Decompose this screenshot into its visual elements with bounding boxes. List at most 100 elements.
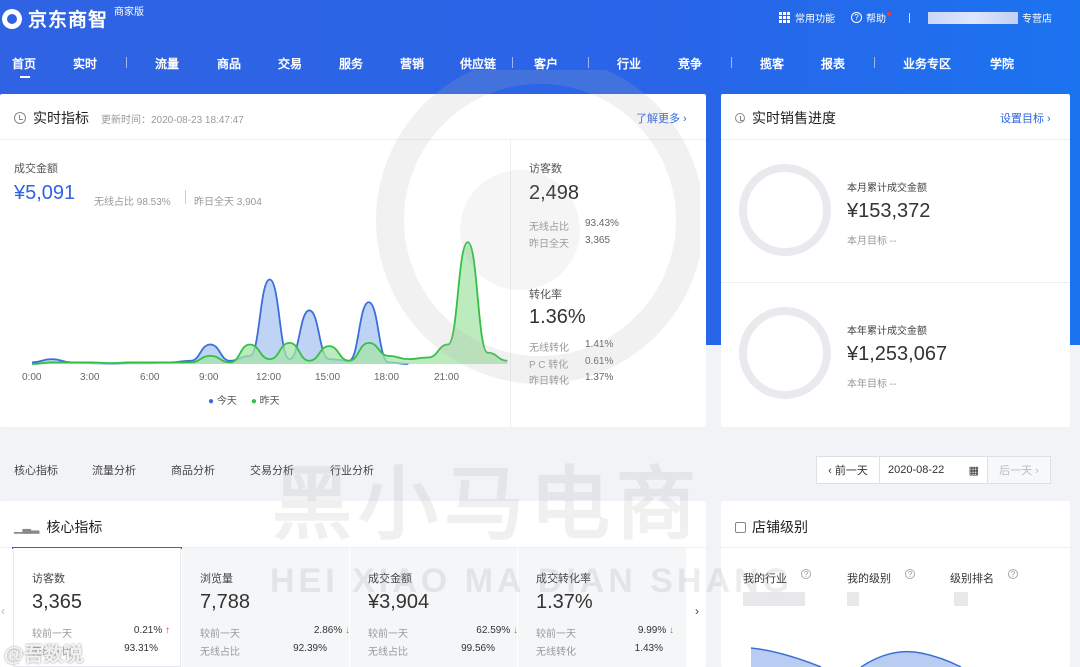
kpi-value: ¥3,904 (368, 591, 430, 613)
year-target: 本年目标 -- (847, 379, 897, 390)
kpi-label: 成交转化率 (536, 573, 591, 585)
scroll-left-arrow[interactable]: ‹ (1, 604, 5, 618)
nav-divider (512, 57, 513, 68)
main-nav: 首页 实时 流量 商品 交易 服务 营销 供应链 客户 行业 竞争 揽客 报表 … (0, 47, 1080, 78)
chart-legend: ● 今天 ● 昨天 (208, 392, 280, 407)
nav-traffic[interactable]: 流量 (155, 55, 179, 72)
x-tick: 6:00 (140, 372, 160, 383)
level-rank-label: 级别排名 (950, 573, 994, 585)
visitors-yday-label: 昨日全天 (529, 239, 569, 250)
nav-reports[interactable]: 报表 (821, 55, 845, 72)
core-title: ▁▃▂ 核心指标 (14, 519, 103, 535)
date-field[interactable]: 2020-08-22 ▦ (880, 457, 988, 483)
nav-marketing[interactable]: 营销 (400, 55, 424, 72)
pc-conv-label: P C 转化 (529, 360, 569, 371)
divider (510, 139, 511, 427)
nav-supply-chain[interactable]: 供应链 (460, 55, 496, 72)
help-icon: ? (851, 12, 862, 23)
year-label: 本年累计成交金额 (847, 326, 927, 337)
my-level-label: 我的级别 (847, 573, 891, 585)
nav-divider (731, 57, 732, 68)
grid-icon (779, 12, 791, 23)
realtime-card: 实时指标 更新时间：2020-08-23 18:47:47 了解更多 › 成交金… (0, 94, 706, 427)
x-tick: 15:00 (315, 372, 341, 383)
kpi-label: 访客数 (32, 573, 65, 585)
divider (721, 282, 1070, 283)
nav-divider (126, 57, 127, 68)
store-level-card: 店铺级别 我的行业 ? 我的级别 ? 级别排名 ? (721, 501, 1070, 667)
learn-more-link[interactable]: 了解更多 › (636, 110, 687, 126)
kpi-card-conversion[interactable]: 成交转化率 1.37% 较前一天 9.99% ↓ 无线转化 1.43% (518, 548, 686, 667)
x-tick: 21:00 (434, 372, 460, 383)
kpi-wireless: 92.39% (293, 643, 327, 654)
nav-acquire[interactable]: 揽客 (760, 55, 784, 72)
x-tick: 3:00 (80, 372, 100, 383)
brand-logo[interactable]: 京东商智 商家版 (2, 5, 144, 32)
calendar-icon: ▦ (968, 464, 979, 477)
legend-yesterday[interactable]: ● 昨天 (251, 392, 280, 407)
level-title: 店铺级别 (735, 517, 808, 537)
help-icon[interactable]: ? (905, 569, 915, 579)
tab-products[interactable]: 商品分析 (171, 462, 215, 478)
x-tick: 18:00 (374, 372, 400, 383)
yday-conv: 1.37% (585, 372, 614, 383)
tab-industry[interactable]: 行业分析 (330, 462, 374, 478)
kpi-card-gmv[interactable]: 成交金额 ¥3,904 较前一天 62.59% ↓ 无线占比 99.56% (350, 548, 518, 667)
prev-day-button[interactable]: ‹ 前一天 (817, 457, 880, 483)
conversion-value: 1.36% (529, 306, 586, 328)
shop-name-redacted (928, 11, 1018, 24)
next-day-button[interactable]: 后一天 › (988, 457, 1050, 483)
conversion-label: 转化率 (529, 289, 562, 301)
nav-academy[interactable]: 学院 (990, 55, 1014, 72)
x-tick: 9:00 (199, 372, 219, 383)
wireless-conv-label: 无线转化 (529, 343, 569, 354)
shop-type[interactable]: 专营店 (1022, 10, 1052, 25)
set-target-link[interactable]: 设置目标 › (1000, 110, 1051, 126)
kpi-card-pageviews[interactable]: 浏览量 7,788 较前一天 2.86% ↓ 无线占比 92.39% (182, 548, 350, 667)
industry-redacted (743, 592, 805, 606)
date-picker: ‹ 前一天 2020-08-22 ▦ 后一天 › (816, 456, 1051, 484)
tab-traffic[interactable]: 流量分析 (92, 462, 136, 478)
nav-realtime[interactable]: 实时 (73, 55, 97, 72)
help-button[interactable]: ? 帮助 (851, 10, 891, 25)
kpi-change: 62.59% (476, 625, 511, 636)
store-icon (735, 521, 746, 533)
nav-products[interactable]: 商品 (217, 55, 241, 72)
kpi-label: 浏览量 (200, 573, 233, 585)
rank-redacted (954, 592, 968, 606)
kpi-change: 0.21% (133, 625, 163, 636)
kpi-card-visitors[interactable]: 访客数 3,365 较前一天 0.21% ↑ 无线占比 93.31% (13, 548, 181, 667)
divider (721, 547, 1070, 548)
nav-home[interactable]: 首页 (12, 55, 36, 78)
nav-trade[interactable]: 交易 (278, 55, 302, 72)
legend-today[interactable]: ● 今天 (208, 392, 237, 407)
top-header: 京东商智 商家版 常用功能 ? 帮助 专营店 (0, 0, 1080, 36)
visitors-value: 2,498 (529, 182, 580, 204)
nav-competition[interactable]: 竞争 (678, 55, 702, 72)
common-functions-button[interactable]: 常用功能 (779, 10, 835, 25)
divider (721, 139, 1070, 140)
level-trend-chart (750, 647, 962, 667)
visitors-wireless-label: 无线占比 (529, 222, 569, 233)
nav-industry[interactable]: 行业 (617, 55, 641, 72)
help-icon[interactable]: ? (801, 569, 811, 579)
brand-edition: 商家版 (114, 7, 145, 18)
nav-business-zone[interactable]: 业务专区 (903, 55, 951, 72)
scroll-right-arrow[interactable]: › (695, 604, 699, 618)
month-value: ¥153,372 (847, 200, 931, 222)
year-value: ¥1,253,067 (847, 343, 948, 365)
series-line-0[interactable] (31, 278, 409, 365)
brand-name: 京东商智 (28, 10, 109, 31)
month-label: 本月累计成交金额 (847, 183, 927, 194)
bar-chart-icon: ▁▃▂ (14, 521, 40, 534)
nav-divider (874, 57, 875, 68)
nav-customers[interactable]: 客户 (534, 55, 558, 72)
x-tick: 12:00 (256, 372, 282, 383)
month-target: 本月目标 -- (847, 236, 897, 247)
target-icon (735, 113, 745, 123)
tab-trade[interactable]: 交易分析 (250, 462, 294, 478)
visitors-yday: 3,365 (585, 235, 611, 246)
nav-service[interactable]: 服务 (339, 55, 363, 72)
tab-core[interactable]: 核心指标 (14, 462, 58, 478)
help-icon[interactable]: ? (1008, 569, 1018, 579)
